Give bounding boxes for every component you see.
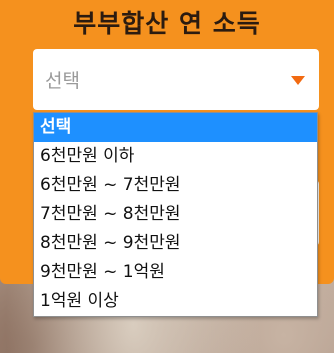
option-over-100m[interactable]: 1억원 이상 xyxy=(34,287,317,316)
option-select[interactable]: 선택 xyxy=(34,113,317,142)
form-title: 부부합산 연 소득 xyxy=(73,9,261,38)
option-under-60m[interactable]: 6천만원 이하 xyxy=(34,142,317,171)
option-80m-90m[interactable]: 8천만원 ~ 9천만원 xyxy=(34,229,317,258)
option-60m-70m[interactable]: 6천만원 ~ 7천만원 xyxy=(34,171,317,200)
select-current-value: 선택 xyxy=(45,70,80,92)
income-options-list[interactable]: 선택 6천만원 이하 6천만원 ~ 7천만원 7천만원 ~ 8천만원 8천만원 … xyxy=(33,112,318,317)
option-70m-80m[interactable]: 7천만원 ~ 8천만원 xyxy=(34,200,317,229)
caret-down-icon xyxy=(291,76,305,85)
option-90m-100m[interactable]: 9천만원 ~ 1억원 xyxy=(34,258,317,287)
income-select[interactable]: 선택 xyxy=(33,49,319,110)
